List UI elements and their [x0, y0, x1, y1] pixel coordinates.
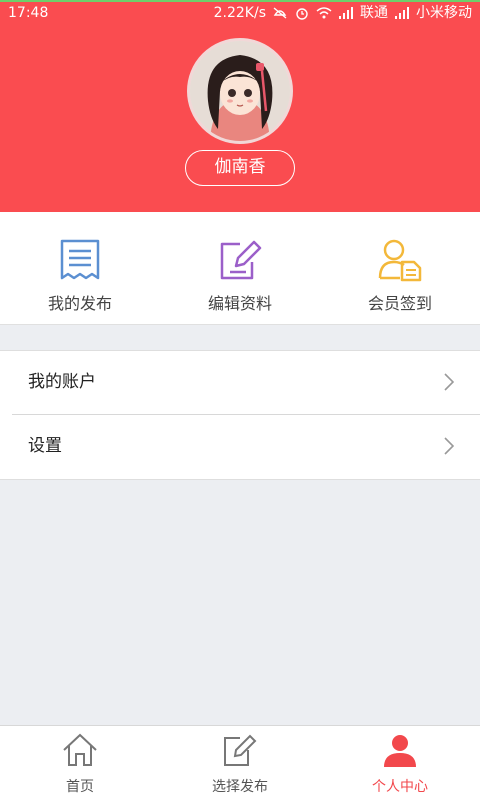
tab-home-label: 首页 [66, 779, 94, 795]
member-checkin-button[interactable]: 会员签到 [320, 212, 480, 324]
document-list-icon [60, 239, 100, 280]
status-bar: 17:48 2.22K/s 联通 小米移动 [0, 2, 480, 24]
avatar[interactable] [187, 38, 293, 144]
bottom-tab-bar: 首页 选择发布 个人中心 [0, 725, 480, 801]
carrier-1: 联通 [360, 5, 388, 21]
edit-pencil-icon [220, 240, 262, 280]
profile-header: 17:48 2.22K/s 联通 小米移动 伽南香 [0, 0, 480, 212]
quick-actions: 我的发布 编辑资料 会员签到 [0, 212, 480, 325]
my-posts-button[interactable]: 我的发布 [0, 212, 160, 324]
tab-home[interactable]: 首页 [0, 726, 160, 801]
chevron-right-icon [444, 373, 454, 391]
signal-icon [339, 7, 353, 19]
network-speed: 2.22K/s [213, 5, 266, 21]
wifi-icon [316, 7, 332, 19]
publish-icon [224, 734, 257, 766]
status-indicators: 2.22K/s 联通 小米移动 [214, 2, 472, 24]
my-account-label: 我的账户 [28, 372, 96, 392]
tab-profile[interactable]: 个人中心 [320, 726, 480, 801]
signal-4g-icon [395, 7, 409, 19]
settings-list: 我的账户 设置 [0, 350, 480, 480]
status-time: 17:48 [8, 5, 49, 21]
carrier-2: 小米移动 [416, 5, 472, 21]
member-checkin-label: 会员签到 [367, 294, 432, 313]
avatar-illustration [190, 41, 290, 141]
mute-icon [273, 7, 287, 19]
tab-publish[interactable]: 选择发布 [160, 726, 320, 801]
tab-publish-label: 选择发布 [212, 779, 268, 795]
settings-label: 设置 [28, 436, 62, 456]
username-button[interactable]: 伽南香 [185, 150, 295, 186]
edit-profile-label: 编辑资料 [207, 294, 272, 313]
home-icon [63, 733, 97, 766]
chevron-right-icon [444, 437, 454, 455]
member-checkin-icon [378, 239, 422, 282]
list-item-settings[interactable]: 设置 [0, 415, 480, 478]
list-item-my-account[interactable]: 我的账户 [0, 351, 480, 415]
user-icon [384, 735, 416, 767]
alarm-icon [296, 8, 308, 20]
edit-profile-button[interactable]: 编辑资料 [160, 212, 320, 324]
my-posts-label: 我的发布 [47, 294, 112, 313]
tab-profile-label: 个人中心 [372, 779, 428, 795]
